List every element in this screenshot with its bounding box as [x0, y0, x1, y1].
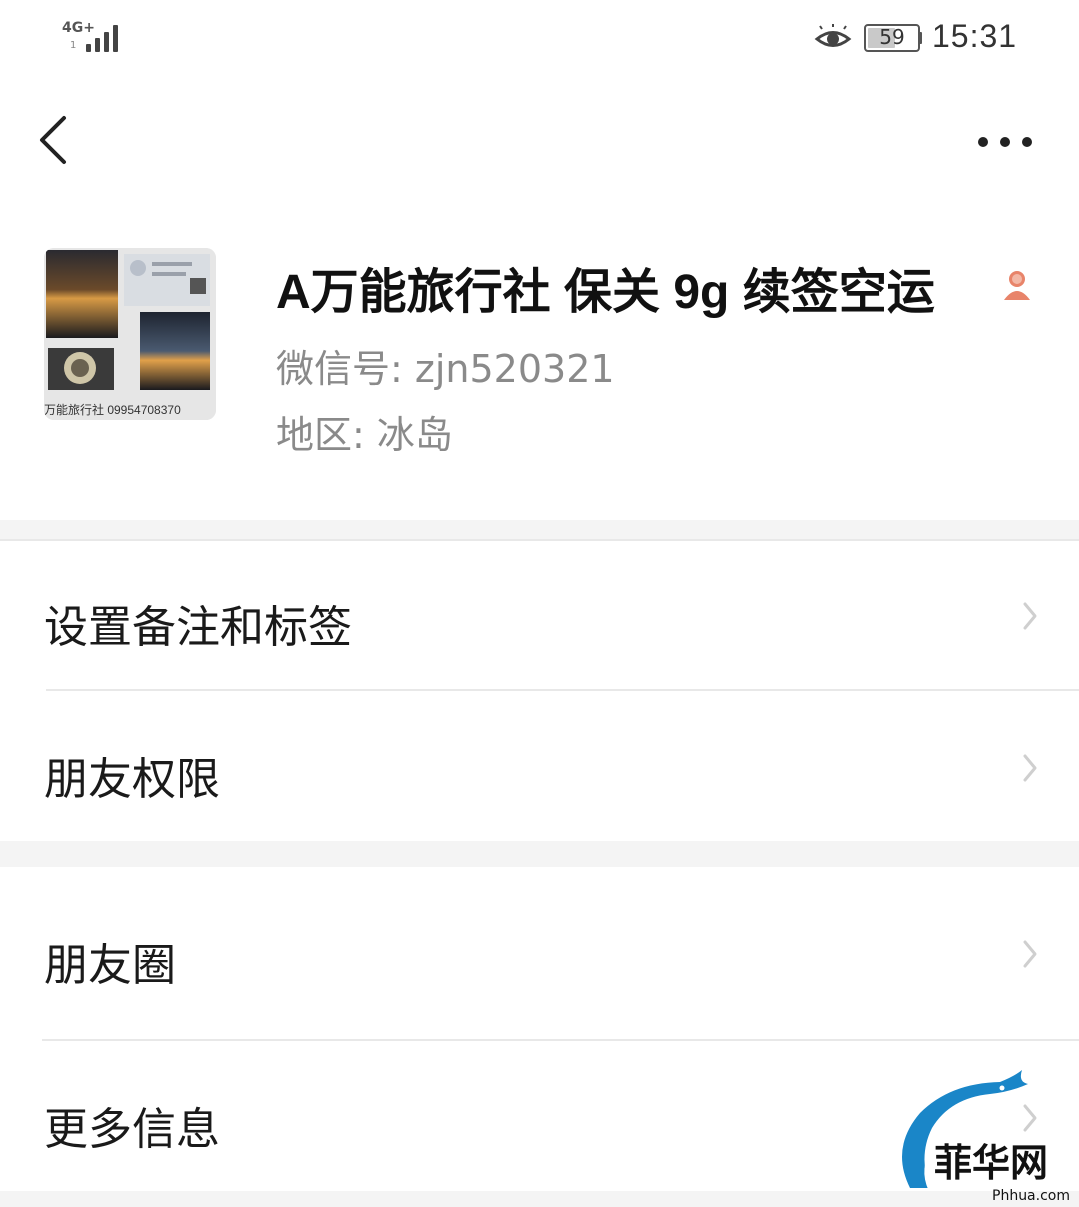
chevron-right-icon [1023, 940, 1037, 968]
female-icon [1004, 271, 1030, 300]
region-label: 地区: [276, 413, 365, 457]
region: 地区: 冰岛 [276, 404, 453, 459]
ellipsis-icon [978, 137, 1032, 147]
eye-icon [814, 24, 852, 47]
network-sub: 1 [70, 40, 77, 51]
more-button[interactable] [970, 120, 1040, 164]
menu-item-moments[interactable]: 朋友圈 [0, 867, 1079, 1039]
back-button[interactable] [30, 108, 80, 172]
menu-item-label: 朋友圈 [44, 940, 176, 991]
status-bar: 4G+ 1 59 15:31 [0, 0, 1079, 80]
watermark-site: Phhua.com [992, 1188, 1070, 1204]
chevron-right-icon [1023, 754, 1037, 782]
menu-item-remark-tags[interactable]: 设置备注和标签 [0, 541, 1079, 689]
avatar-image [44, 248, 216, 420]
avatar-caption: 万能旅行社 09954708370 [44, 403, 181, 417]
signal-bars [86, 24, 118, 52]
dragon-logo-icon: 菲华网 Phhua.com [902, 1070, 1070, 1204]
wechat-id: 微信号: zjn520321 [276, 338, 615, 393]
chevron-left-icon [40, 116, 66, 164]
profile-name: A万能旅行社 保关 9g 续签空运 [276, 266, 935, 319]
watermark-logo: 菲华网 Phhua.com [890, 1068, 1079, 1207]
chevron-right-icon [1023, 602, 1037, 630]
status-time: 15:31 [932, 18, 1018, 54]
wechat-id-value: zjn520321 [414, 347, 615, 391]
wechat-id-label: 微信号: [276, 347, 403, 391]
watermark-title: 菲华网 [934, 1140, 1048, 1185]
battery-icon: 59 [864, 24, 920, 52]
menu-item-friend-permissions[interactable]: 朋友权限 [0, 691, 1079, 841]
section-separator [0, 520, 1079, 540]
battery-percent: 59 [879, 25, 905, 49]
menu-item-label: 朋友权限 [44, 754, 220, 805]
battery-tip [918, 32, 922, 44]
avatar[interactable]: 万能旅行社 09954708370 [44, 248, 216, 420]
menu-item-label: 设置备注和标签 [44, 602, 352, 653]
section-separator [0, 841, 1079, 867]
region-value: 冰岛 [376, 413, 453, 457]
menu-item-label: 更多信息 [44, 1104, 220, 1155]
signal-icon: 4G+ 1 [62, 20, 122, 54]
